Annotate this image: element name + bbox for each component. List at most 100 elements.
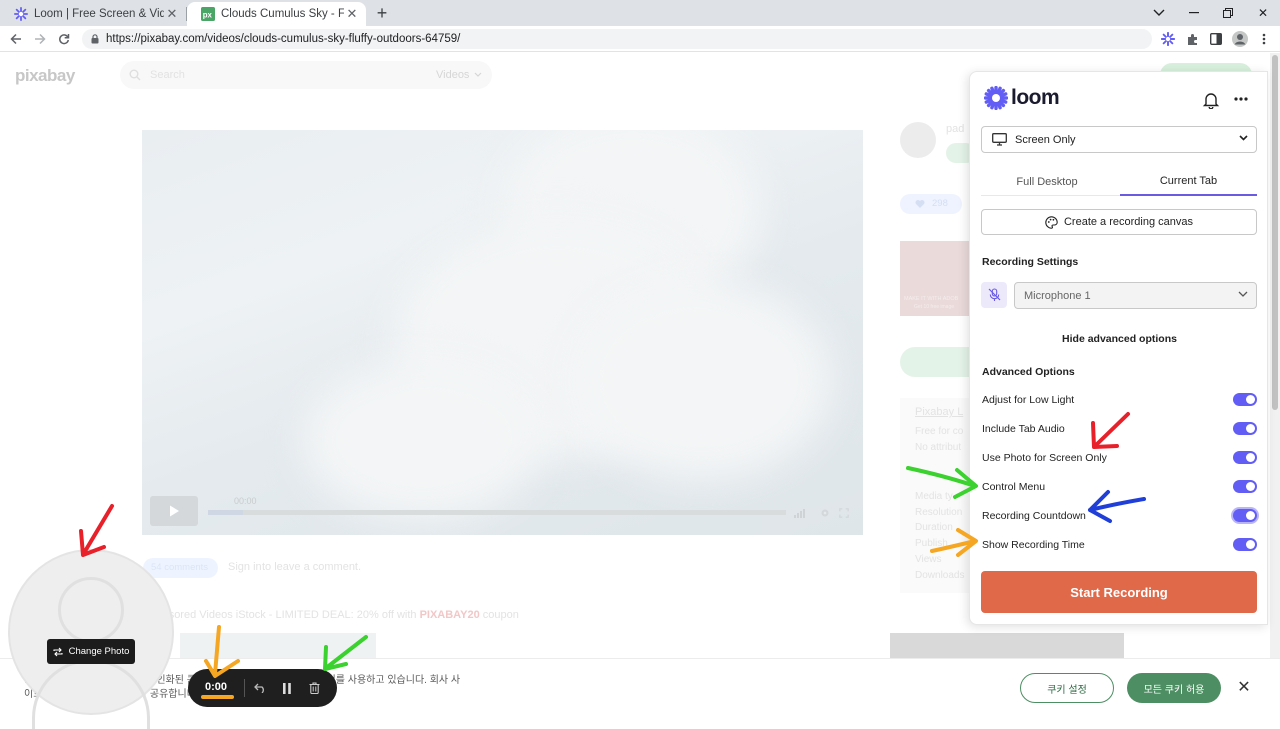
change-photo-button[interactable]: Change Photo [47,639,135,664]
microphone-select[interactable]: Microphone 1 [1014,282,1257,309]
undo-icon[interactable] [251,679,269,697]
hide-advanced-options-button[interactable]: Hide advanced options [970,333,1269,345]
option-label: Show Recording Time [982,539,1085,551]
reload-icon[interactable] [55,30,73,48]
meta-label: Resolution [915,507,963,518]
tab-search-chevron-icon[interactable] [1142,0,1176,26]
side-panel-icon[interactable] [1208,31,1224,47]
forward-icon[interactable] [31,30,49,48]
advanced-options-heading: Advanced Options [982,366,1075,378]
close-icon[interactable]: ✕ [1236,679,1252,696]
pixabay-favicon-icon: px [201,7,215,21]
meta-label: Publish [915,538,948,549]
sponsored-line: Sponsored Videos iStock - LIMITED DEAL: … [143,609,519,621]
toggle-knob [1246,482,1255,491]
pixabay-search-input[interactable]: Search Videos [120,61,492,89]
meta-label: Views [915,554,942,565]
minimize-icon[interactable] [1177,0,1211,26]
close-tab-icon[interactable]: ✕ [164,6,180,22]
fullscreen-icon[interactable] [838,508,850,518]
option-label: Include Tab Audio [982,423,1065,435]
license-box: Pixabay L Free for co No attribut Media … [900,398,970,593]
toggle-switch[interactable] [1233,422,1257,435]
video-player[interactable]: 00:00 [142,130,863,535]
search-type-select[interactable]: Videos [436,69,469,81]
search-icon [129,69,141,81]
bell-icon[interactable] [1202,91,1220,109]
delete-trash-icon[interactable] [305,679,323,697]
option-control-menu: Control Menu [982,477,1258,497]
recording-settings-heading: Recording Settings [982,256,1079,268]
toggle-switch[interactable] [1233,538,1257,551]
scrollbar-thumb[interactable] [1272,55,1278,410]
loom-extension-panel: loom Screen Only Full Desktop Current Ta… [969,71,1268,625]
coupon-suffix: coupon [479,609,519,621]
back-icon[interactable] [7,30,25,48]
cookie-settings-button[interactable]: 쿠키 설정 [1020,673,1114,703]
pause-icon[interactable] [278,679,296,697]
chevron-down-icon [1239,135,1248,141]
close-window-icon[interactable]: ✕ [1246,0,1280,26]
comments-count: 54 comments [151,562,209,573]
create-canvas-label: Create a recording canvas [1063,216,1193,228]
microphone-toggle-button[interactable] [981,282,1007,308]
browser-menu-icon[interactable] [1256,31,1272,47]
author-name[interactable]: pad [946,123,964,135]
close-tab-icon[interactable]: ✕ [344,6,360,22]
meta-label: Media ty [915,491,953,502]
sponsored-text: Sponsored Videos iStock - LIMITED DEAL: … [143,609,420,621]
option-label: Adjust for Low Light [982,394,1075,406]
tab-current-tab[interactable]: Current Tab [1120,168,1257,196]
tab-loom[interactable]: Loom | Free Screen & Video Re ✕ [0,2,186,26]
ad-subtext: Get 10 free image [914,304,955,310]
tab-pixabay[interactable]: px Clouds Cumulus Sky - Free vide ✕ [187,2,366,26]
start-recording-button[interactable]: Start Recording [981,571,1257,613]
avatar-placeholder-head [58,577,124,643]
restore-icon[interactable] [1211,0,1245,26]
like-button[interactable]: 298 [900,194,962,214]
tab-full-desktop[interactable]: Full Desktop [975,168,1119,196]
create-canvas-button[interactable]: Create a recording canvas [981,209,1257,235]
settings-gear-icon[interactable] [819,508,831,518]
option-include-tab-audio: Include Tab Audio [982,419,1258,439]
allow-all-cookies-button[interactable]: 모든 쿠키 허용 [1127,673,1221,703]
swap-icon [53,647,63,656]
option-label: Control Menu [982,481,1046,493]
microphone-value: Microphone 1 [1024,290,1091,302]
toggle-knob [1246,453,1255,462]
recording-control-menu: 0:00 [188,669,337,707]
volume-icon[interactable] [794,508,806,518]
recording-mode-select[interactable]: Screen Only [981,126,1257,153]
toggle-switch[interactable] [1233,509,1257,522]
heart-icon [915,200,925,208]
meta-label: Downloads [915,570,965,581]
microphone-muted-icon [988,288,1000,301]
download-button[interactable] [900,347,970,377]
video-progress-bar[interactable] [208,510,786,515]
signin-link[interactable]: Sign in [228,561,262,573]
url-text: https://pixabay.com/videos/clouds-cumulu… [106,33,461,45]
toggle-switch[interactable] [1233,393,1257,406]
more-options-icon[interactable] [1232,90,1250,108]
toggle-switch[interactable] [1233,451,1257,464]
ad-image[interactable]: MAKE IT WITH ADOB Get 10 free image [900,241,969,316]
license-title[interactable]: Pixabay L [915,406,963,418]
loom-extension-icon[interactable] [1160,31,1176,47]
camera-bubble[interactable] [8,549,174,729]
play-button[interactable] [150,496,198,526]
comments-badge[interactable]: 54 comments [143,558,218,578]
extensions-puzzle-icon[interactable] [1184,31,1200,47]
video-time: 00:00 [234,496,257,506]
license-line: Free for co [915,426,964,437]
address-bar[interactable]: https://pixabay.com/videos/clouds-cumulu… [82,29,1152,49]
profile-avatar-icon[interactable] [1232,31,1248,47]
video-progress-fill [208,510,243,515]
author-avatar[interactable] [900,122,936,158]
tab-title: Clouds Cumulus Sky - Free vide [221,8,344,20]
toggle-knob [1246,424,1255,433]
toggle-switch[interactable] [1233,480,1257,493]
pixabay-logo[interactable]: pixabay [15,66,75,86]
new-tab-button[interactable]: + [372,3,392,23]
page-scrollbar[interactable] [1270,53,1280,719]
loom-favicon-icon [14,7,28,21]
